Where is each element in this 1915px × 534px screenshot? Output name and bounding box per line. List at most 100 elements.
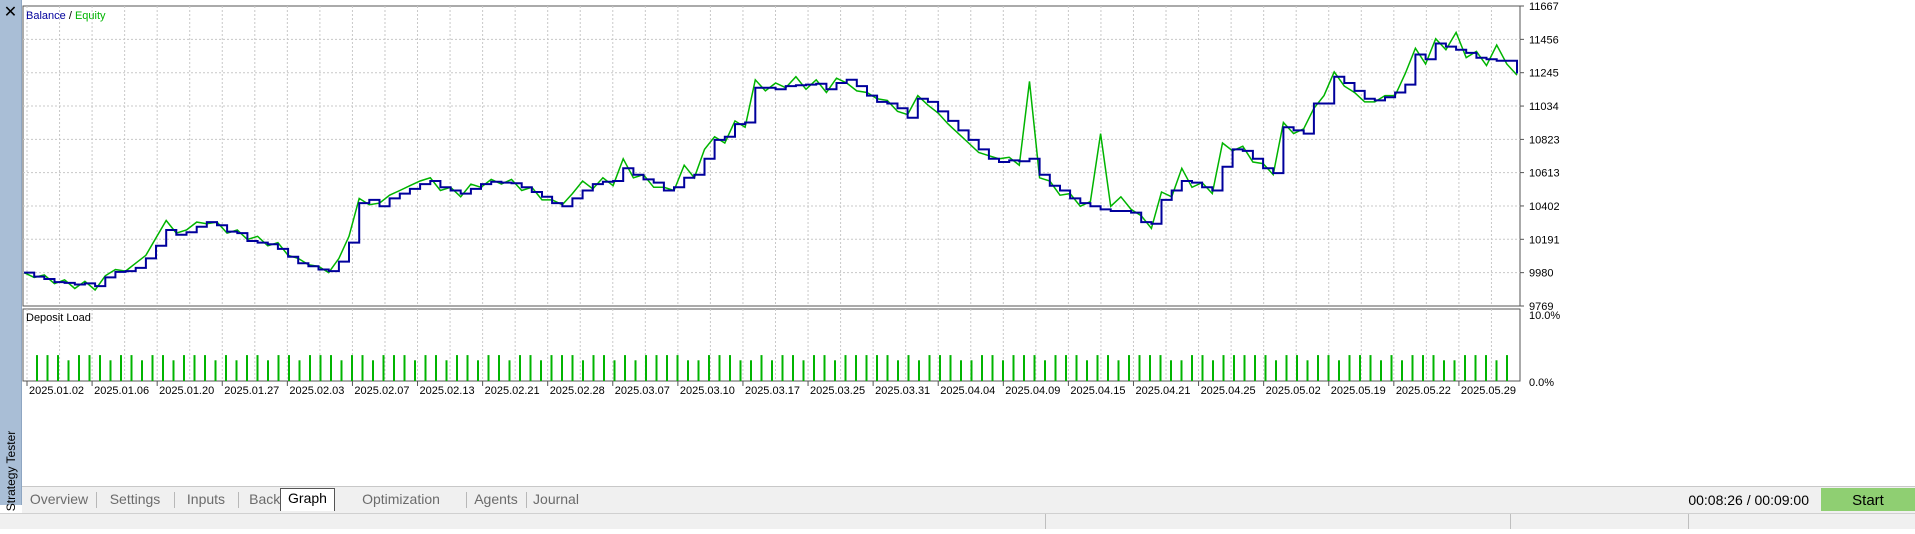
deposit-load-bar [508, 360, 511, 381]
x-tick-label: 2025.02.13 [420, 385, 475, 397]
deposit-load-bar [1233, 355, 1235, 381]
deposit-load-bar [687, 360, 689, 381]
deposit-load-bar [886, 355, 889, 381]
deposit-load-bar [666, 355, 668, 381]
deposit-load-bar [802, 360, 805, 381]
deposit-load-bar [550, 355, 553, 381]
x-tick-label: 2025.03.10 [680, 385, 735, 397]
deposit-load-bar [771, 360, 773, 381]
deposit-load-bar [351, 355, 353, 381]
deposit-load-bar [435, 355, 437, 381]
deposit-load-bar [1390, 355, 1393, 381]
deposit-load-bar [36, 355, 38, 381]
x-tick-label: 2025.01.27 [224, 385, 279, 397]
deposit-load-bar [183, 355, 185, 381]
deposit-load-bar [267, 360, 269, 381]
deposit-load-bar [1306, 360, 1309, 381]
deposit-load-bar [1065, 355, 1067, 381]
tab-journal[interactable]: Journal [530, 490, 582, 509]
x-tick-label: 2025.05.19 [1331, 385, 1386, 397]
deposit-load-bar [1264, 355, 1267, 381]
y-tick-label: 11667 [1529, 1, 1559, 13]
deposit-load-bar [309, 355, 311, 381]
deposit-load-bar [1128, 355, 1130, 381]
deposit-load-bar [88, 355, 91, 381]
deposit-load-bar [1054, 355, 1057, 381]
tab-settings[interactable]: Settings [100, 490, 170, 509]
deposit-load-bar [1285, 355, 1288, 381]
deposit-load-bar [750, 360, 752, 381]
x-tick-label: 2025.01.20 [159, 385, 214, 397]
x-tick-label: 2025.04.09 [1005, 385, 1060, 397]
x-tick-label: 2025.04.04 [940, 385, 995, 397]
y-tick-label: 9980 [1529, 268, 1553, 280]
deposit-load-bar [277, 355, 280, 381]
deposit-load-bar [708, 355, 710, 381]
deposit-load-bar [204, 355, 206, 381]
deposit-load-bar [319, 355, 322, 381]
tab-overview[interactable]: Overview [26, 490, 92, 509]
deposit-load-bar [529, 355, 532, 381]
deposit-load-bar [897, 360, 899, 381]
x-tick-label: 2025.02.07 [354, 385, 409, 397]
deposit-load-bar [718, 355, 721, 381]
deposit-load-bar [855, 355, 857, 381]
deposit-load-bar [603, 355, 605, 381]
deposit-load-bar [834, 360, 836, 381]
main-chart-frame [22, 5, 1521, 307]
deposit-load-bar [519, 355, 521, 381]
deposit-load-bar [1023, 355, 1025, 381]
y-tick-label: 11245 [1529, 68, 1559, 80]
deposit-load-bar [1453, 360, 1456, 381]
deposit-load-bar [865, 355, 868, 381]
deposit-load-bar [729, 355, 731, 381]
tab-optimization-results[interactable]: Optimization Results [340, 490, 462, 526]
deposit-load-bar [1012, 355, 1015, 381]
tab-inputs[interactable]: Inputs [178, 490, 234, 509]
x-tick-label: 2025.03.17 [745, 385, 800, 397]
deposit-load-bar [960, 360, 962, 381]
start-button[interactable]: Start [1821, 488, 1915, 511]
y-tick-label: 10613 [1529, 168, 1560, 180]
deposit-load-bar [172, 360, 175, 381]
deposit-load-bar [1254, 355, 1256, 381]
deposit-load-bar [1170, 360, 1172, 381]
deposit-load-bar [844, 355, 847, 381]
tester-tab-bar: Overview Settings Inputs Backtest Graph … [22, 486, 1915, 526]
deposit-load-bar [561, 355, 563, 381]
tab-agents[interactable]: Agents [470, 490, 522, 509]
deposit-load-bar [1044, 360, 1046, 381]
deposit-load-bar [246, 355, 248, 381]
deposit-load-bar [1474, 355, 1477, 381]
deposit-load-bar [634, 360, 637, 381]
deposit-load-bar [1296, 355, 1298, 381]
deposit-load-bar [907, 355, 910, 381]
deposit-load-bar [1506, 355, 1508, 381]
deposit-load-bar [130, 355, 133, 381]
x-tick-label: 2025.05.02 [1266, 385, 1321, 397]
deposit-load-bar [813, 355, 815, 381]
deposit-load-bar [1107, 355, 1109, 381]
deposit-load-bar [1432, 355, 1435, 381]
deposit-load-bar [1380, 360, 1382, 381]
deposit-load-bar [981, 355, 983, 381]
x-tick-label: 2025.04.25 [1201, 385, 1256, 397]
x-tick-label: 2025.02.21 [485, 385, 540, 397]
x-tick-label: 2025.03.25 [810, 385, 865, 397]
deposit-load-bar [361, 355, 364, 381]
deposit-load-bar [792, 355, 794, 381]
x-tick-label: 2025.04.15 [1070, 385, 1125, 397]
deposit-load-bar [372, 360, 374, 381]
tab-graph[interactable]: Graph [280, 488, 335, 511]
deposit-load-bar [582, 360, 584, 381]
deposit-load-bar [1443, 360, 1445, 381]
deposit-load-bar [340, 360, 343, 381]
deposit-load-bar [1495, 360, 1498, 381]
deposit-load-bar [141, 360, 143, 381]
legend-balance: Balance / Equity [26, 10, 106, 22]
deposit-load-bar [1275, 360, 1277, 381]
deposit-load-bar [739, 360, 742, 381]
close-icon[interactable]: ✕ [2, 3, 19, 20]
legend-separator: / [66, 10, 75, 22]
deposit-load-bar [498, 355, 500, 381]
